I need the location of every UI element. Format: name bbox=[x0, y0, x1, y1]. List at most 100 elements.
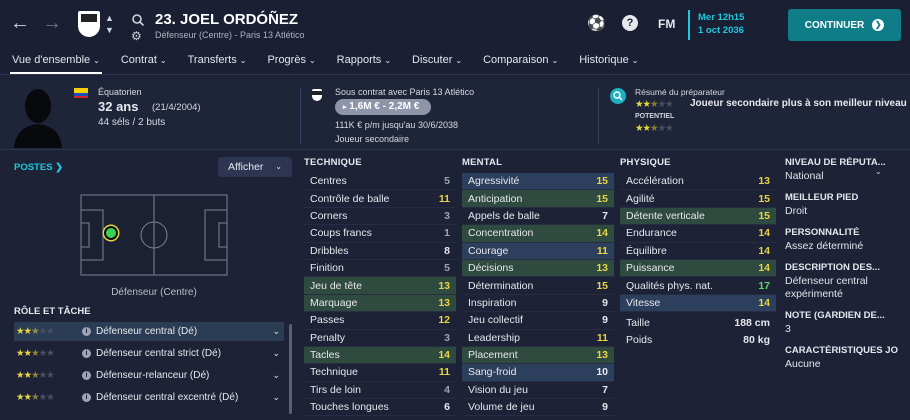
attribute-row[interactable]: Détente verticale 15 bbox=[620, 207, 776, 226]
attribute-row[interactable]: Détermination 15 bbox=[462, 277, 614, 295]
tab-label: Comparaison bbox=[483, 53, 549, 66]
attribute-row[interactable]: Endurance 14 bbox=[620, 225, 776, 243]
role-stars: ★★★★★ bbox=[16, 348, 55, 359]
panel-chevron-icon[interactable]: ⌄ bbox=[875, 167, 882, 176]
attribute-name: Penalty bbox=[310, 331, 346, 344]
continue-label: CONTINUER bbox=[804, 19, 865, 31]
tab-0[interactable]: Vue d'ensemble ⌄ bbox=[8, 48, 104, 74]
chevron-down-icon: ⌄ bbox=[384, 55, 392, 65]
position-marker[interactable] bbox=[104, 226, 118, 240]
role-name: Défenseur central strict (Dé) bbox=[96, 348, 222, 359]
attribute-row[interactable]: Concentration 14 bbox=[462, 225, 614, 243]
attribute-row[interactable]: Dribbles 8 bbox=[304, 243, 456, 260]
attribute-row[interactable]: Agilité 15 bbox=[620, 190, 776, 208]
attribute-value: 7 bbox=[602, 209, 608, 222]
date-time[interactable]: Mer 12h15 bbox=[698, 12, 744, 23]
attribute-row[interactable]: Coups francs 1 bbox=[304, 225, 456, 243]
role-item[interactable]: ★★★★★ i Défenseur central excentré (Dé) ⌄ bbox=[14, 388, 284, 407]
attribute-row[interactable]: Jeu de tête 13 bbox=[304, 277, 456, 295]
role-item[interactable]: ★★★★★ i Défenseur central strict (Dé) ⌄ bbox=[14, 344, 284, 363]
attribute-value: 15 bbox=[596, 192, 608, 205]
tab-1[interactable]: Contrat ⌄ bbox=[117, 48, 171, 72]
chevron-down-icon[interactable]: ⌄ bbox=[272, 370, 280, 381]
attribute-value: 9 bbox=[602, 314, 608, 327]
attribute-row[interactable]: Vitesse 14 bbox=[620, 294, 776, 313]
attribute-row[interactable]: Décisions 13 bbox=[462, 259, 614, 278]
tab-2[interactable]: Transferts ⌄ bbox=[184, 48, 251, 72]
caps: 44 séls / 2 buts bbox=[98, 117, 166, 128]
tab-3[interactable]: Progrès ⌄ bbox=[263, 48, 319, 72]
attribute-row[interactable]: Accélération 13 bbox=[620, 173, 776, 191]
search-icon[interactable] bbox=[132, 14, 144, 26]
chevron-down-icon[interactable]: ⌄ bbox=[272, 392, 280, 403]
info-icon[interactable]: i bbox=[82, 393, 91, 402]
attribute-row[interactable]: Touches longues 6 bbox=[304, 399, 456, 417]
attribute-row[interactable]: Inspiration 9 bbox=[462, 295, 614, 313]
role-item[interactable]: ★★★★★ i Défenseur central (Dé) ⌄ bbox=[14, 322, 284, 341]
attribute-row[interactable]: Vision du jeu 7 bbox=[462, 382, 614, 400]
fm-menu[interactable]: FM bbox=[658, 17, 675, 31]
attribute-row[interactable]: Volume de jeu 9 bbox=[462, 399, 614, 417]
attribute-row[interactable]: Sang-froid 10 bbox=[462, 364, 614, 382]
attribute-value: 10 bbox=[596, 366, 608, 379]
tab-4[interactable]: Rapports ⌄ bbox=[333, 48, 395, 72]
chevron-down-icon[interactable]: ⌄ bbox=[272, 348, 280, 359]
role-item[interactable]: ★★★★★ i Défenseur-relanceur (Dé) ⌄ bbox=[14, 366, 284, 385]
attribute-name: Concentration bbox=[468, 227, 534, 240]
tab-6[interactable]: Comparaison ⌄ bbox=[479, 48, 562, 72]
attribute-row[interactable]: Appels de balle 7 bbox=[462, 208, 614, 226]
tab-7[interactable]: Historique ⌄ bbox=[575, 48, 642, 72]
detail-value: Aucune bbox=[785, 358, 821, 370]
divider bbox=[598, 88, 599, 144]
attribute-value: 5 bbox=[444, 262, 450, 275]
attribute-row[interactable]: Tacles 14 bbox=[304, 346, 456, 365]
attribute-value: 11 bbox=[438, 366, 450, 379]
attribute-row[interactable]: Penalty 3 bbox=[304, 330, 456, 347]
positions-title[interactable]: POSTES ❯ bbox=[14, 162, 63, 173]
tab-label: Historique bbox=[579, 53, 629, 66]
back-arrow-icon[interactable]: ← bbox=[10, 12, 30, 35]
help-icon[interactable]: ? bbox=[622, 15, 638, 31]
pitch bbox=[80, 194, 228, 276]
roles-scrollbar[interactable] bbox=[289, 324, 292, 414]
settings-icon[interactable]: ⚙ bbox=[131, 29, 142, 43]
attribute-row[interactable]: Technique 11 bbox=[304, 364, 456, 382]
attribute-row[interactable]: Centres 5 bbox=[304, 173, 456, 191]
info-icon[interactable]: i bbox=[82, 327, 91, 336]
tab-5[interactable]: Discuter ⌄ bbox=[408, 48, 466, 72]
switch-player-icon[interactable]: ▲ ▼ bbox=[105, 12, 114, 36]
info-icon[interactable]: i bbox=[82, 349, 91, 358]
date-day[interactable]: 1 oct 2036 bbox=[698, 25, 744, 36]
info-icon[interactable]: i bbox=[82, 371, 91, 380]
attribute-row[interactable]: Équilibre 14 bbox=[620, 243, 776, 260]
show-dropdown[interactable]: Afficher ⌄ bbox=[218, 157, 292, 177]
attribute-row[interactable]: Qualités phys. nat. 17 bbox=[620, 277, 776, 295]
attribute-row[interactable]: Anticipation 15 bbox=[462, 190, 614, 208]
attribute-row[interactable]: Finition 5 bbox=[304, 260, 456, 278]
forward-arrow-icon[interactable]: → bbox=[42, 12, 62, 35]
attribute-row[interactable]: Courage 11 bbox=[462, 242, 614, 260]
attribute-value: 15 bbox=[596, 175, 608, 188]
attribute-row[interactable]: Contrôle de balle 11 bbox=[304, 190, 456, 208]
chevron-down-icon: ⌄ bbox=[308, 55, 316, 65]
attribute-row[interactable]: Corners 3 bbox=[304, 208, 456, 226]
contract-icon bbox=[312, 89, 322, 101]
attribute-row[interactable]: Placement 13 bbox=[462, 346, 614, 365]
weight-row: Poids 80 kg bbox=[620, 332, 776, 349]
attribute-row[interactable]: Passes 12 bbox=[304, 312, 456, 330]
continue-button[interactable]: CONTINUER ❯ bbox=[788, 9, 901, 41]
attribute-row[interactable]: Leadership 11 bbox=[462, 330, 614, 347]
attribute-value: 12 bbox=[438, 314, 450, 327]
attribute-row[interactable]: Puissance 14 bbox=[620, 259, 776, 278]
ball-icon[interactable]: ⚽ bbox=[587, 14, 606, 32]
current-ability-stars: ★★★★★ bbox=[635, 99, 674, 110]
value-badge[interactable]: ▸ 1,6M € - 2,2M € bbox=[335, 99, 431, 115]
chevron-down-icon[interactable]: ⌄ bbox=[272, 326, 280, 337]
attribute-row[interactable]: Jeu collectif 9 bbox=[462, 312, 614, 330]
attribute-row[interactable]: Agressivité 15 bbox=[462, 173, 614, 191]
player-title: 23. JOEL ORDÓÑEZ bbox=[155, 11, 299, 28]
flag-icon bbox=[74, 88, 88, 98]
attribute-row[interactable]: Tirs de loin 4 bbox=[304, 382, 456, 400]
attribute-row[interactable]: Marquage 13 bbox=[304, 294, 456, 313]
physique-column: PHYSIQUE Accélération 13 Agilité 15 Détente … bbox=[620, 157, 776, 349]
